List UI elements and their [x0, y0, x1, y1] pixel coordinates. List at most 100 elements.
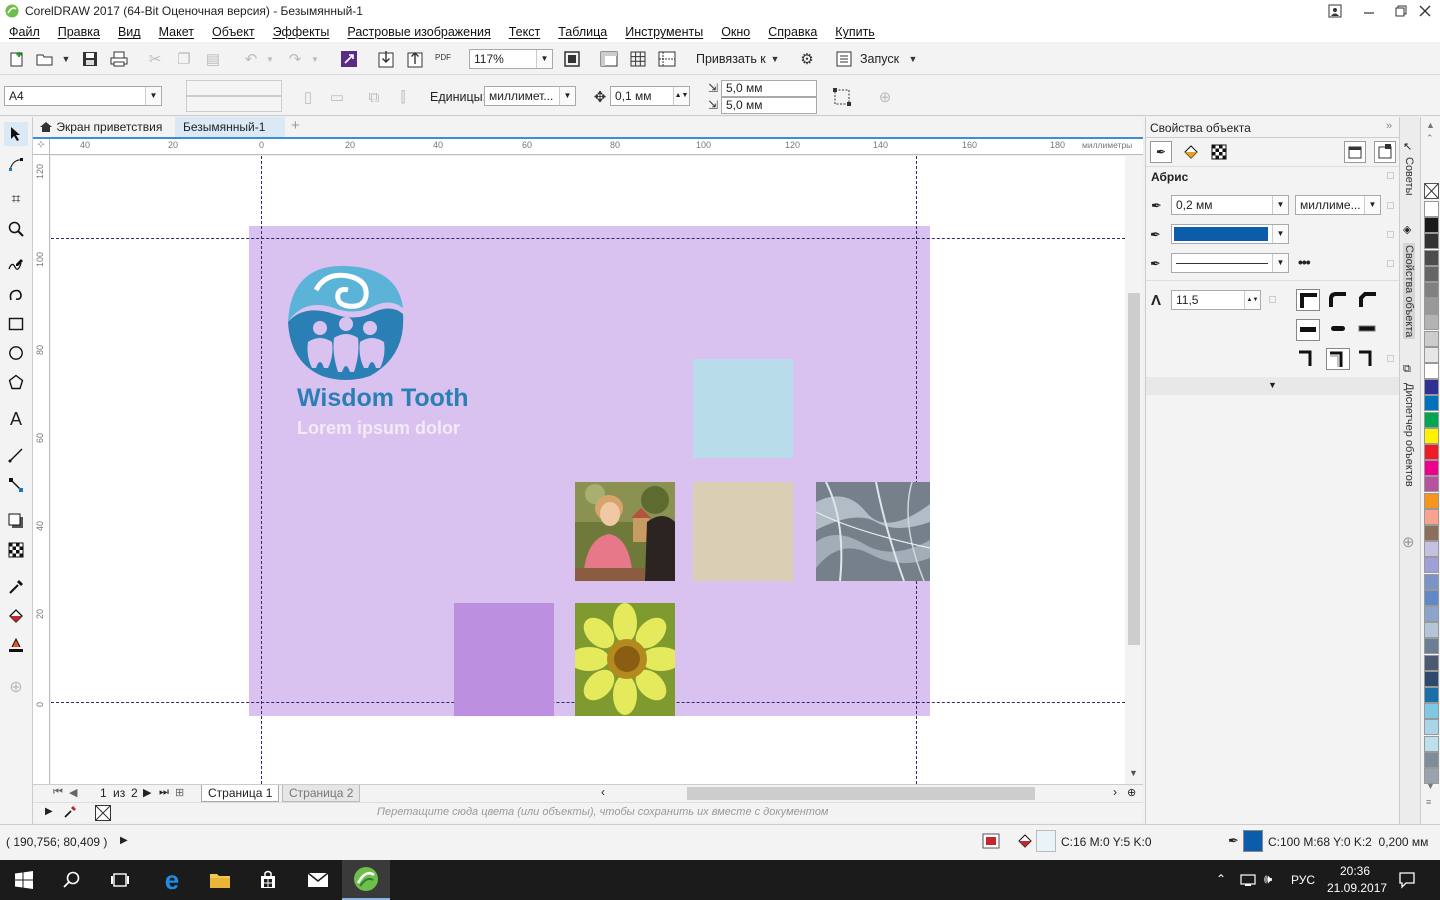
more-options-bar[interactable]: ▼	[1146, 377, 1400, 395]
outline-units-field[interactable]: миллиме... ▼	[1295, 195, 1381, 215]
status-menu-arrow-icon[interactable]: ▶	[120, 835, 128, 846]
palette-swatch[interactable]	[1424, 687, 1439, 703]
clock-date[interactable]: 21.09.2017	[1327, 881, 1387, 895]
volume-icon[interactable]: 🕪	[1264, 871, 1272, 887]
crop-tool-icon[interactable]: ⌗	[4, 188, 28, 212]
menu-table[interactable]: Таблица	[558, 25, 607, 39]
artistic-media-tool-icon[interactable]	[4, 283, 28, 307]
add-page-icon[interactable]: ⊞	[175, 786, 184, 799]
palette-swatch[interactable]	[1424, 201, 1439, 217]
properties-tab-icon[interactable]: ◈	[1403, 223, 1411, 236]
line-style-picker[interactable]: ▼	[1171, 253, 1289, 273]
drop-shadow-tool-icon[interactable]	[4, 509, 28, 533]
cut-icon[interactable]: ✂	[143, 47, 167, 71]
publish-pdf-icon[interactable]: PDF	[431, 45, 455, 69]
ruler-origin[interactable]: ⊹	[33, 139, 50, 155]
palette-swatch[interactable]	[1424, 525, 1439, 541]
tab-object-properties[interactable]: Свойства объекта	[1403, 243, 1415, 340]
windows-start-icon[interactable]	[0, 860, 48, 900]
palette-swatch[interactable]	[1424, 363, 1439, 379]
add-tool-icon[interactable]: ⊕	[4, 675, 28, 699]
notifications-icon[interactable]	[1398, 871, 1416, 892]
eyedropper-icon[interactable]	[63, 805, 77, 822]
no-fill-swatch[interactable]	[1424, 183, 1439, 199]
mail-icon[interactable]	[294, 860, 342, 900]
tile-beige[interactable]	[693, 482, 793, 581]
redo-dropdown-icon[interactable]: ▼	[303, 47, 327, 71]
close-button[interactable]	[1408, 0, 1440, 22]
outline-tab-pen-icon[interactable]: ✒	[1150, 141, 1172, 163]
snap-dropdown-icon[interactable]: ▼	[763, 47, 787, 71]
palette-menu-icon[interactable]: ≡	[1426, 797, 1431, 807]
tab-object-manager[interactable]: Диспетчер объектов	[1403, 383, 1415, 487]
palette-swatch[interactable]	[1424, 427, 1439, 444]
print-icon[interactable]	[107, 47, 131, 71]
palette-swatch[interactable]	[1424, 508, 1439, 525]
outline-width-field[interactable]: 0,2 мм ▼	[1171, 195, 1289, 215]
file-explorer-icon[interactable]	[196, 860, 244, 900]
zoom-combo[interactable]: 117% ▼	[469, 49, 553, 69]
palette-swatch[interactable]	[1424, 298, 1439, 315]
text-tool-icon[interactable]: A	[4, 407, 28, 431]
cap-round-icon[interactable]	[1326, 319, 1350, 341]
shape-tool-icon[interactable]	[4, 152, 28, 176]
pick-tool-icon[interactable]	[4, 122, 28, 146]
vertical-scrollbar[interactable]: ▼	[1125, 156, 1143, 784]
vertical-ruler[interactable]: 120 100 80 60 40 20 0	[33, 155, 50, 785]
guideline-vertical-right[interactable]	[916, 156, 917, 784]
palette-swatch[interactable]	[1424, 314, 1439, 331]
menu-buy[interactable]: Купить	[835, 25, 875, 39]
smart-fill-tool-icon[interactable]	[4, 633, 28, 657]
palette-swatch[interactable]	[1424, 249, 1439, 266]
cap-square-icon[interactable]	[1356, 319, 1380, 341]
tile-purple[interactable]	[454, 603, 554, 716]
export-icon[interactable]	[403, 47, 427, 71]
search-icon[interactable]	[48, 860, 96, 900]
scroll-left-arrow-icon[interactable]: ‹	[601, 785, 605, 799]
objects-tab-icon[interactable]: ⧉	[1403, 363, 1411, 376]
menu-object[interactable]: Объект	[212, 25, 255, 39]
add-docker-icon[interactable]: ⊕	[1402, 533, 1415, 551]
coreldraw-taskbar-icon[interactable]	[342, 860, 390, 900]
fill-color-swatch[interactable]	[1036, 830, 1056, 852]
freehand-tool-icon[interactable]	[4, 253, 28, 277]
undo-dropdown-icon[interactable]: ▼	[258, 47, 282, 71]
input-language[interactable]: РУС	[1291, 873, 1315, 887]
menu-tools[interactable]: Инструменты	[625, 25, 703, 39]
nudge-field[interactable]: 0,1 мм ▲▼	[610, 86, 690, 106]
outline-color-swatch[interactable]	[1243, 830, 1263, 852]
menu-effects[interactable]: Эффекты	[273, 25, 330, 39]
palette-swatch[interactable]	[1424, 492, 1439, 509]
drawing-canvas[interactable]: Wisdom Tooth Lorem ipsum dolor	[51, 156, 1125, 784]
menu-view[interactable]: Вид	[118, 25, 141, 39]
save-icon[interactable]	[78, 47, 102, 71]
add-icon[interactable]: ⊕	[873, 85, 897, 109]
palette-swatch[interactable]	[1424, 395, 1439, 412]
all-pages-icon[interactable]: ⧉	[362, 85, 386, 109]
edge-browser-icon[interactable]: e	[148, 860, 196, 900]
hints-tab-icon[interactable]: ↖	[1403, 140, 1412, 153]
docker-collapse-icon[interactable]: »	[1386, 120, 1392, 132]
ellipse-tool-icon[interactable]	[4, 341, 28, 365]
transparency-tab-icon[interactable]	[1208, 141, 1230, 163]
import-icon[interactable]	[374, 47, 398, 71]
palette-swatch[interactable]	[1424, 719, 1439, 736]
palette-swatch[interactable]	[1424, 233, 1439, 250]
palette-swatch[interactable]	[1424, 557, 1439, 574]
menu-layout[interactable]: Макет	[159, 25, 194, 39]
tile-light-blue[interactable]	[693, 359, 793, 458]
new-tab-plus-icon[interactable]: +	[285, 117, 308, 137]
detail-view-icon[interactable]	[1374, 141, 1396, 163]
show-grid-icon[interactable]	[626, 47, 650, 71]
page-tab-2[interactable]: Страница 2	[282, 785, 361, 802]
duplicate-y-field[interactable]: 5,0 мм	[721, 97, 817, 114]
line-style-editor-icon[interactable]: •••	[1298, 254, 1311, 270]
palette-swatch[interactable]	[1424, 622, 1439, 639]
menu-help[interactable]: Справка	[768, 25, 817, 39]
palette-swatch[interactable]	[1424, 346, 1439, 363]
current-page-icon[interactable]: ⫿	[391, 85, 415, 109]
tab-hints[interactable]: Советы	[1403, 157, 1415, 195]
palette-swatch[interactable]	[1424, 330, 1439, 347]
minimize-button[interactable]	[1352, 0, 1386, 22]
full-screen-icon[interactable]	[560, 47, 584, 71]
